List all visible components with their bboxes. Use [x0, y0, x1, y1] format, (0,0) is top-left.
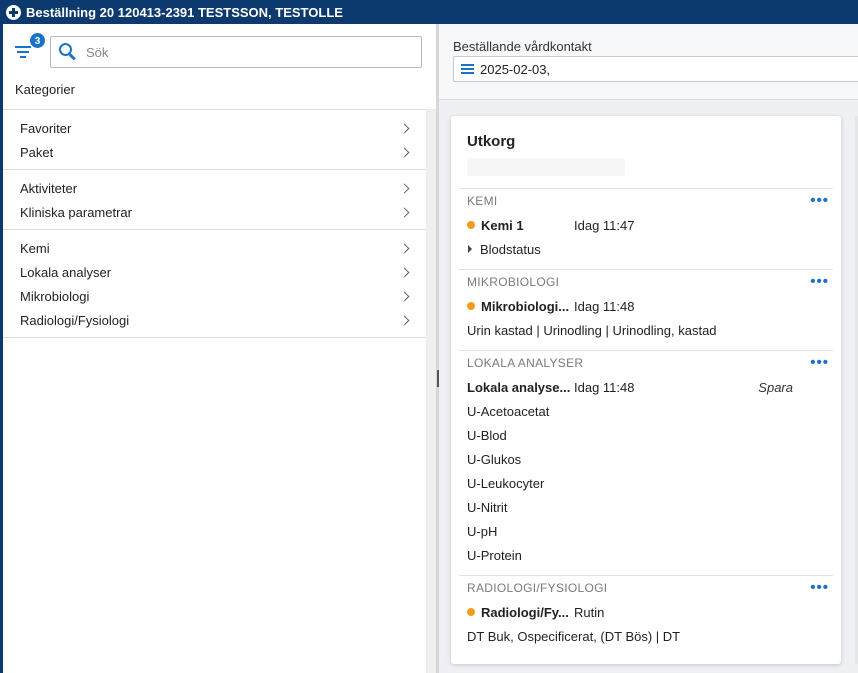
- test-item: U-Nitrit: [459, 495, 833, 519]
- outbox-title: Utkorg: [467, 133, 516, 150]
- section-header: MIKROBIOLOGI: [467, 275, 560, 289]
- category-label: Lokala analyser: [20, 264, 112, 280]
- more-horizontal-icon[interactable]: •••: [810, 580, 829, 595]
- contact-value: 2025-02-03,: [480, 61, 551, 77]
- category-label: Aktiviteter: [20, 180, 78, 196]
- category-item-aktiviteter[interactable]: Aktiviteter: [3, 176, 426, 200]
- section-header: KEMI: [467, 194, 498, 208]
- test-item: U-Leukocyter: [459, 471, 833, 495]
- chevron-right-icon: [399, 291, 410, 301]
- category-item-lokala-analyser[interactable]: Lokala analyser: [3, 260, 426, 284]
- contact-label: Beställande vårdkontakt: [453, 39, 592, 54]
- chevron-right-icon: [399, 243, 410, 253]
- category-group: Kemi Lokala analyser Mikrobiologi Radiol…: [3, 229, 426, 338]
- outbox-card: Utkorg KEMI ••• Kemi 1 Idag 11:47 Blodst…: [451, 116, 841, 664]
- chevron-right-icon: [399, 123, 410, 133]
- category-label: Paket: [20, 144, 54, 160]
- search-icon: [59, 43, 77, 61]
- order-item-time: Idag 11:48: [574, 298, 635, 314]
- order-detail: DT Buk, Ospecificerat, (DT Bös) | DT: [459, 624, 833, 648]
- category-list: Favoriter Paket Aktiviteter Kliniska par…: [3, 109, 426, 338]
- chevron-right-icon: [399, 207, 410, 217]
- test-item: U-Acetoacetat: [459, 399, 833, 423]
- section-mikrobiologi: MIKROBIOLOGI ••• Mikrobiologi... Idag 11…: [459, 269, 833, 342]
- test-label: U-Acetoacetat: [467, 403, 550, 419]
- filter-icon-line: [20, 56, 26, 58]
- filter-count-badge: 3: [29, 32, 46, 49]
- window-title: Beställning 20 120413-2391 TESTSSON, TES…: [26, 4, 343, 20]
- order-detail: Urin kastad | Urinodling | Urinodling, k…: [459, 318, 833, 342]
- test-label: U-Glukos: [467, 451, 522, 467]
- chevron-right-icon: [399, 147, 410, 157]
- search-box[interactable]: [50, 36, 422, 68]
- chevron-right-icon: [399, 267, 410, 277]
- category-group: Aktiviteter Kliniska parametrar: [3, 169, 426, 229]
- category-item-mikrobiologi[interactable]: Mikrobiologi: [3, 284, 426, 308]
- test-item: U-Glukos: [459, 447, 833, 471]
- order-row: Radiologi/Fy... Rutin: [459, 600, 833, 624]
- test-item: U-pH: [459, 519, 833, 543]
- order-row: Mikrobiologi... Idag 11:48: [459, 294, 833, 318]
- expandable-row[interactable]: Blodstatus: [459, 237, 833, 261]
- order-item-name[interactable]: Radiologi/Fy...: [481, 605, 574, 620]
- filter-icon: [15, 46, 31, 48]
- catalog-panel: 3 Kategorier Favoriter Paket Aktiviteter…: [0, 24, 436, 673]
- contact-header: Beställande vårdkontakt 2025-02-03,: [439, 24, 858, 100]
- category-item-paket[interactable]: Paket: [3, 140, 426, 164]
- more-horizontal-icon[interactable]: •••: [810, 193, 829, 208]
- test-label: U-Blod: [467, 427, 507, 443]
- test-label: U-Protein: [467, 547, 522, 563]
- category-label: Kemi: [20, 240, 50, 256]
- section-header: RADIOLOGI/FYSIOLOGI: [467, 581, 608, 595]
- section-lokala-analyser: LOKALA ANALYSER ••• Lokala analyse... Id…: [459, 350, 833, 567]
- order-item-time: Idag 11:47: [574, 217, 635, 233]
- app-cross-icon: [6, 4, 21, 20]
- outbox-subtitle-redacted: [467, 158, 625, 176]
- list-icon: [461, 64, 474, 74]
- test-label: U-pH: [467, 523, 498, 539]
- status-dot: [467, 221, 475, 229]
- order-row: Lokala analyse... Idag 11:48 Spara: [459, 375, 833, 399]
- filter-icon-line: [17, 51, 29, 53]
- order-panel: Beställande vårdkontakt 2025-02-03, Utko…: [439, 24, 858, 673]
- test-item: U-Protein: [459, 543, 833, 567]
- order-item-name[interactable]: Kemi 1: [481, 218, 574, 233]
- save-button[interactable]: Spara: [758, 380, 793, 395]
- search-input[interactable]: [86, 44, 406, 60]
- order-sub-item: DT Buk, Ospecificerat, (DT Bös) | DT: [467, 628, 681, 644]
- order-item-priority: Rutin: [574, 604, 605, 620]
- title-bar: Beställning 20 120413-2391 TESTSSON, TES…: [0, 0, 858, 24]
- section-kemi: KEMI ••• Kemi 1 Idag 11:47 Blodstatus: [459, 188, 833, 261]
- category-item-radiologi-fysiologi[interactable]: Radiologi/Fysiologi: [3, 308, 426, 332]
- order-item-name[interactable]: Lokala analyse...: [467, 380, 574, 395]
- status-dot: [467, 608, 475, 616]
- more-horizontal-icon[interactable]: •••: [810, 355, 829, 370]
- order-item-name[interactable]: Mikrobiologi...: [481, 299, 574, 314]
- status-dot: [467, 302, 475, 310]
- categories-heading: Kategorier: [15, 82, 75, 97]
- category-label: Radiologi/Fysiologi: [20, 312, 130, 328]
- contact-select[interactable]: 2025-02-03,: [453, 56, 858, 82]
- order-sub-item: Urin kastad | Urinodling | Urinodling, k…: [467, 322, 717, 338]
- section-radiologi-fysiologi: RADIOLOGI/FYSIOLOGI ••• Radiologi/Fy... …: [459, 575, 833, 648]
- test-item: U-Blod: [459, 423, 833, 447]
- caret-right-icon[interactable]: [468, 245, 472, 253]
- category-item-kliniska-parametrar[interactable]: Kliniska parametrar: [3, 200, 426, 224]
- section-header: LOKALA ANALYSER: [467, 356, 584, 370]
- left-scrollbar[interactable]: [426, 109, 436, 673]
- more-horizontal-icon[interactable]: •••: [810, 274, 829, 289]
- category-label: Mikrobiologi: [20, 288, 90, 304]
- category-label: Favoriter: [20, 120, 72, 136]
- order-row: Kemi 1 Idag 11:47: [459, 213, 833, 237]
- category-item-favoriter[interactable]: Favoriter: [3, 116, 426, 140]
- chevron-right-icon: [399, 183, 410, 193]
- order-item-time: Idag 11:48: [574, 379, 635, 395]
- chevron-right-icon: [399, 315, 410, 325]
- test-label: U-Nitrit: [467, 499, 508, 515]
- test-label: U-Leukocyter: [467, 475, 545, 491]
- category-label: Kliniska parametrar: [20, 204, 132, 220]
- order-sub-item: Blodstatus: [480, 241, 541, 257]
- category-item-kemi[interactable]: Kemi: [3, 236, 426, 260]
- category-group: Favoriter Paket: [3, 109, 426, 169]
